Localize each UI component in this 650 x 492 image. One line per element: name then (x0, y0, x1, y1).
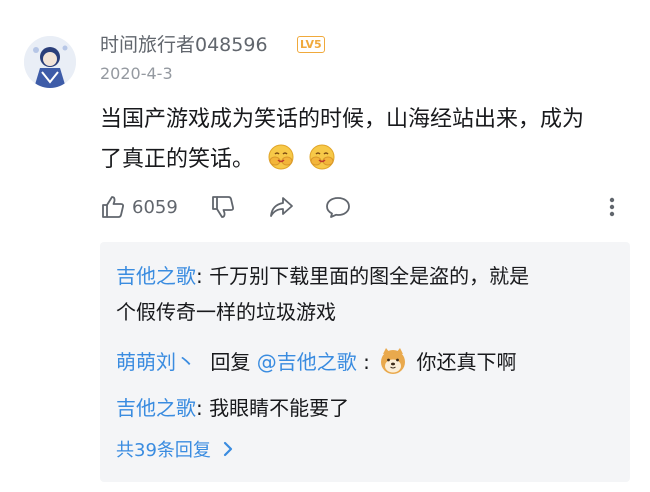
share-arrow-icon (270, 197, 293, 217)
level-badge: LV5 (297, 36, 325, 53)
more-options-button[interactable] (602, 190, 622, 224)
reply-separator: : (196, 396, 210, 420)
reply-author[interactable]: 吉他之歌 (116, 264, 196, 288)
reply-item: 吉他之歌: 千万别下载里面的图全是盗的，就是 个假传奇一样的垃圾游戏 (116, 258, 616, 330)
reply-mention[interactable]: @吉他之歌 (257, 350, 357, 374)
reply-text: 你还真下啊 (416, 350, 517, 374)
comment-text-line2-wrap: 了真正的笑话。 (100, 140, 640, 180)
like-button[interactable]: 6059 (100, 190, 178, 224)
reply-item: 吉他之歌: 我眼睛不能要了 (116, 390, 616, 426)
share-button[interactable] (268, 190, 294, 224)
dislike-button[interactable] (210, 190, 236, 224)
comment-text: 当国产游戏成为笑话的时候，山海经站出来，成为 了真正的笑话。 (100, 100, 640, 180)
more-replies-label: 共39条回复 (116, 440, 211, 461)
reply-separator: : (196, 264, 210, 288)
reply-author[interactable]: 萌萌刘丶 (116, 350, 196, 374)
comment-card: 时间旅行者048596 LV5 2020-4-3 当国产游戏成为笑话的时候，山海… (0, 0, 650, 492)
comment-date: 2020-4-3 (100, 64, 173, 83)
reply-author[interactable]: 吉他之歌 (116, 396, 196, 420)
like-count: 6059 (132, 196, 178, 218)
reply-preview-box: 吉他之歌: 千万别下载里面的图全是盗的，就是 个假传奇一样的垃圾游戏 萌萌刘丶 … (100, 242, 630, 482)
action-bar: 6059 (100, 190, 630, 224)
reply-text: 我眼睛不能要了 (209, 396, 350, 420)
reply-text-cont: 个假传奇一样的垃圾游戏 (116, 300, 336, 324)
view-all-replies-link[interactable]: 共39条回复 (116, 436, 237, 462)
thumbs-down-icon (212, 196, 234, 218)
vertical-dots-icon (609, 197, 615, 217)
comment-bubble-icon (326, 197, 350, 218)
reply-button[interactable] (324, 190, 352, 224)
comment-text-line1: 当国产游戏成为笑话的时候，山海经站出来，成为 (100, 107, 585, 132)
shiba-dog-emoji-icon (381, 348, 406, 374)
reply-verb: 回复 (210, 350, 251, 374)
thumbs-up-icon (102, 196, 124, 218)
reply-text: 千万别下载里面的图全是盗的，就是 (209, 264, 530, 288)
chevron-right-icon (223, 441, 233, 457)
reply-item: 萌萌刘丶 回复 @吉他之歌 : 你还真下啊 (116, 344, 616, 380)
username[interactable]: 时间旅行者048596 (100, 30, 268, 57)
comment-text-line2: 了真正的笑话。 (100, 147, 255, 172)
laugh-cover-face-emoji-icon (309, 144, 335, 170)
laugh-cover-face-emoji-icon (268, 144, 294, 170)
avatar[interactable] (24, 36, 76, 88)
reply-separator: : (363, 350, 370, 374)
avatar-image (24, 36, 76, 88)
